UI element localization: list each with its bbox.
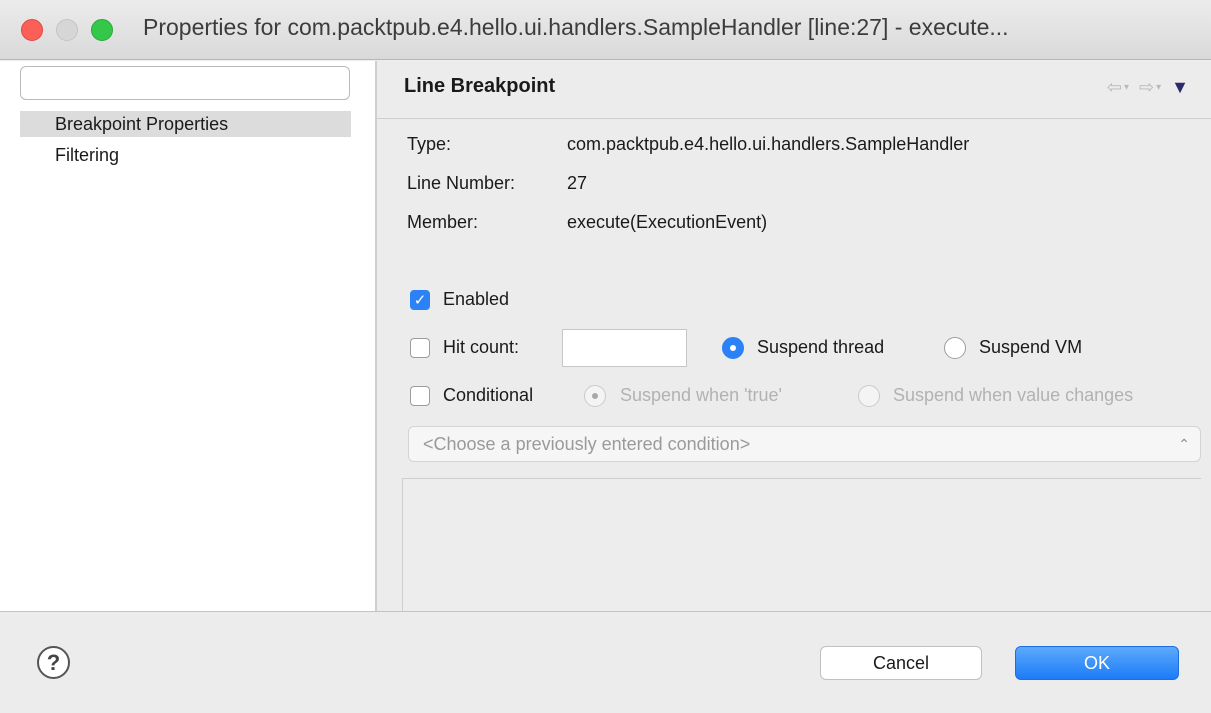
properties-page: Line Breakpoint ⇦ ▾ ⇨ ▾ ▼ Type: com.packtp… <box>377 61 1211 611</box>
close-window-button[interactable] <box>21 19 43 41</box>
suspend-when-changes-radio[interactable] <box>858 385 880 407</box>
view-menu-icon[interactable]: ▼ <box>1171 77 1189 98</box>
line-number-label: Line Number: <box>407 173 516 193</box>
sidebar-item-filtering[interactable]: Filtering <box>20 142 351 168</box>
filter-input[interactable] <box>20 66 350 100</box>
line-number-value: 27 <box>567 173 588 193</box>
enabled-label: Enabled <box>443 289 510 309</box>
condition-history-value: <Choose a previously entered condition> <box>423 434 751 454</box>
suspend-vm-radio[interactable] <box>944 337 966 359</box>
condition-editor[interactable] <box>402 478 1201 611</box>
conditional-checkbox[interactable] <box>410 386 430 406</box>
suspend-when-changes-label: Suspend when value changes <box>893 385 1134 405</box>
sidebar-item-breakpoint-properties[interactable]: Breakpoint Properties <box>20 111 351 137</box>
type-value: com.packtpub.e4.hello.ui.handlers.Sample… <box>567 134 970 154</box>
back-arrow-icon[interactable]: ⇦ ▾ <box>1107 77 1129 98</box>
member-value: execute(ExecutionEvent) <box>567 212 768 232</box>
dialog-footer: ? Cancel OK <box>0 611 1211 713</box>
history-controls: ⇦ ▾ ⇨ ▾ ▼ <box>1107 77 1189 98</box>
type-label: Type: <box>407 134 452 154</box>
conditional-label: Conditional <box>443 385 534 405</box>
chevron-updown-icon: ⌃ <box>1178 436 1190 452</box>
member-label: Member: <box>407 212 479 232</box>
help-icon[interactable]: ? <box>37 646 70 679</box>
suspend-thread-label: Suspend thread <box>757 337 885 357</box>
suspend-vm-label: Suspend VM <box>979 337 1083 357</box>
condition-history-select[interactable]: <Choose a previously entered condition> … <box>408 426 1201 462</box>
hit-count-checkbox[interactable] <box>410 338 430 358</box>
title-bar: Properties for com.packtpub.e4.hello.ui.… <box>0 0 1211 60</box>
suspend-when-true-radio[interactable] <box>584 385 606 407</box>
zoom-window-button[interactable] <box>91 19 113 41</box>
window-title: Properties for com.packtpub.e4.hello.ui.… <box>143 14 1009 40</box>
minimize-window-button[interactable] <box>56 19 78 41</box>
ok-button[interactable]: OK <box>1015 646 1179 680</box>
cancel-button[interactable]: Cancel <box>820 646 982 680</box>
hit-count-input[interactable] <box>562 329 687 367</box>
enabled-checkbox[interactable]: ✓ <box>410 290 430 310</box>
sidebar: Breakpoint Properties Filtering <box>0 61 375 611</box>
page-title: Line Breakpoint <box>404 75 556 97</box>
suspend-when-true-label: Suspend when 'true' <box>620 385 782 405</box>
hit-count-label: Hit count: <box>443 337 520 357</box>
forward-arrow-icon[interactable]: ⇨ ▾ <box>1139 77 1161 98</box>
page-header: Line Breakpoint ⇦ ▾ ⇨ ▾ ▼ <box>377 61 1211 119</box>
suspend-thread-radio[interactable] <box>722 337 744 359</box>
